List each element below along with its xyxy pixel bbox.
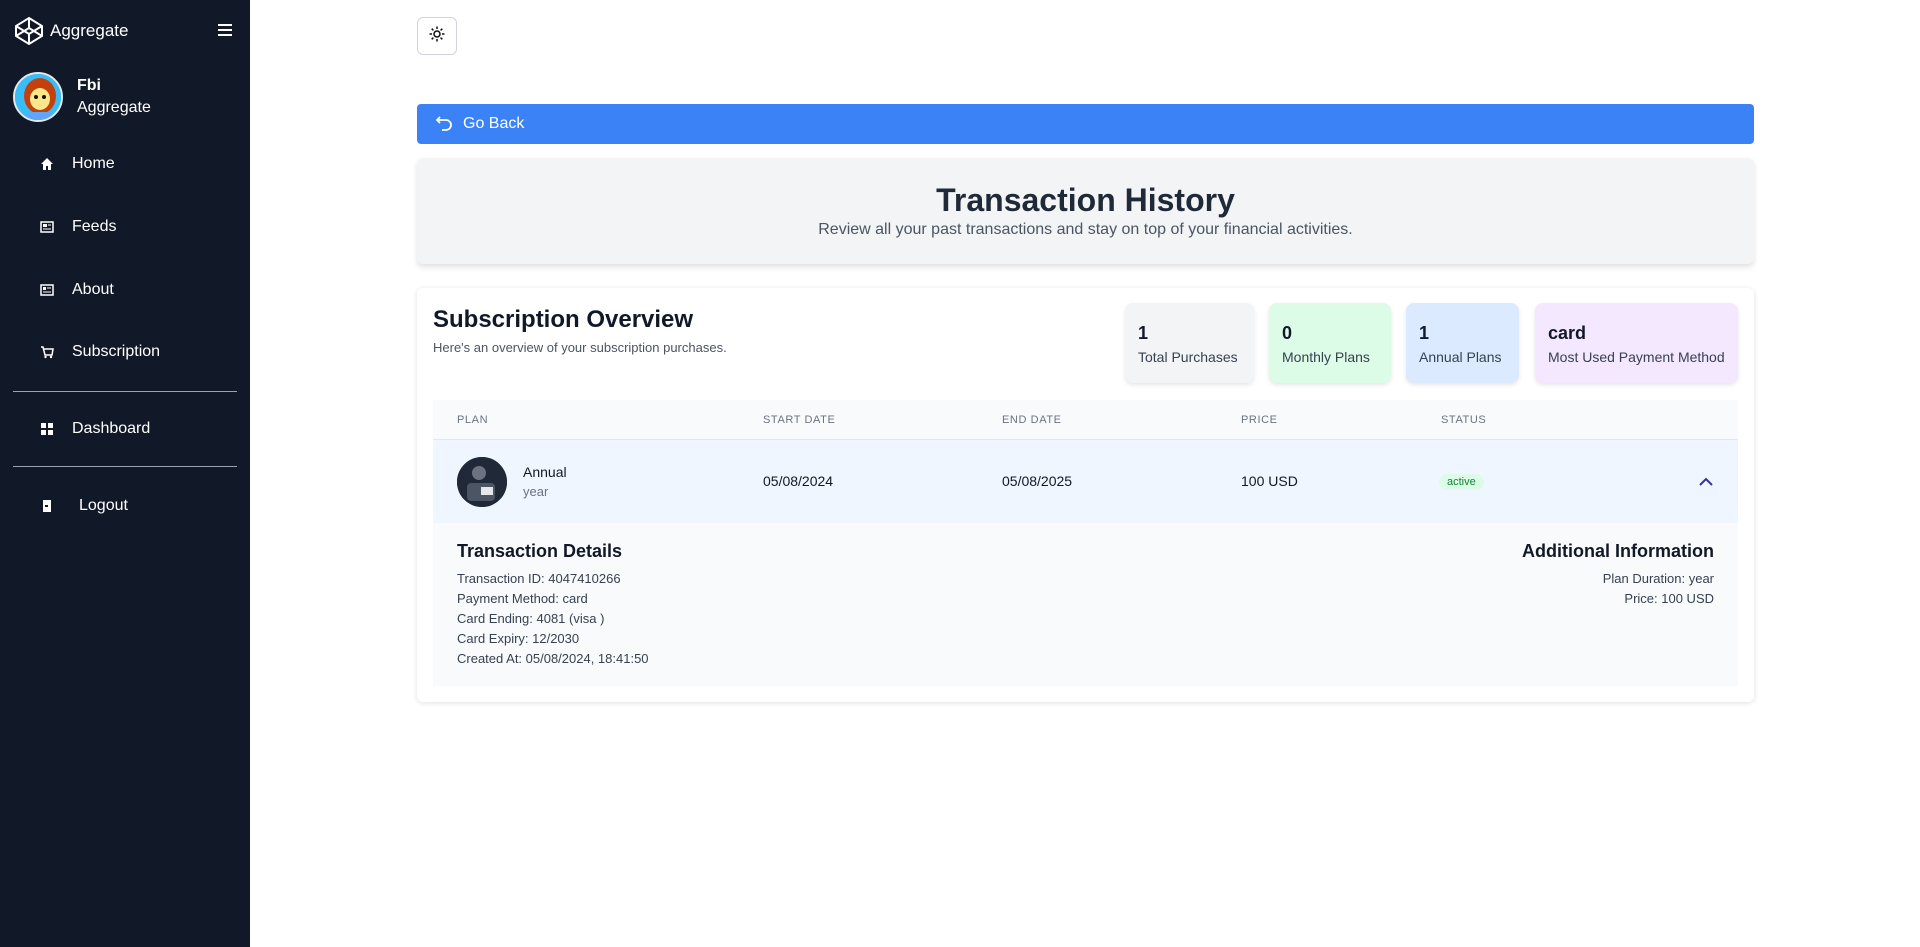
stat-label: Most Used Payment Method [1548, 349, 1725, 365]
created-at: Created At: 05/08/2024, 18:41:50 [457, 651, 649, 666]
plan-name: Annual [523, 464, 567, 480]
sun-icon [429, 26, 445, 47]
home-icon [40, 157, 54, 171]
plan-interval: year [523, 484, 549, 499]
sidebar-item-subscription[interactable]: Subscription [40, 343, 160, 361]
stat-value: card [1548, 323, 1587, 343]
stat-monthly-plans: 0 Monthly Plans [1269, 303, 1391, 383]
chevron-up-icon[interactable] [1698, 474, 1714, 490]
stat-value: 0 [1282, 323, 1293, 343]
stat-payment-method: card Most Used Payment Method [1535, 303, 1738, 383]
status-badge: active [1439, 474, 1484, 490]
additional-info-title: Additional Information [1522, 541, 1714, 561]
overview-subtitle: Here's an overview of your subscription … [433, 340, 727, 355]
sidebar-item-label: Subscription [72, 343, 161, 360]
sidebar-item-logout[interactable]: Logout [40, 497, 128, 515]
user-profile[interactable]: Fbi Aggregate [13, 72, 151, 122]
user-name: Fbi [77, 77, 101, 94]
go-back-label: Go Back [463, 115, 525, 132]
stat-label: Monthly Plans [1282, 349, 1370, 365]
sidebar-item-label: Home [72, 155, 115, 172]
undo-arrow-icon [435, 113, 453, 136]
column-header-start-date: START DATE [763, 414, 836, 426]
brand[interactable]: Aggregate [14, 16, 128, 46]
theme-toggle-button[interactable] [417, 17, 457, 55]
logout-icon [40, 499, 54, 513]
sidebar-divider [13, 391, 237, 392]
end-date: 05/08/2025 [1002, 473, 1073, 489]
cart-icon [40, 345, 54, 359]
brand-name: Aggregate [50, 21, 129, 40]
overview-title: Subscription Overview [433, 306, 694, 333]
sidebar-item-about[interactable]: About [40, 281, 114, 299]
codepen-icon [14, 16, 44, 46]
feeds-icon [40, 220, 54, 234]
sidebar-item-label: Logout [79, 497, 128, 514]
sidebar-item-label: Feeds [72, 218, 117, 235]
transaction-details-panel: Transaction Details Transaction ID: 4047… [433, 523, 1738, 686]
additional-price: Price: 100 USD [1624, 591, 1714, 606]
sidebar-divider [13, 466, 237, 467]
sidebar-item-feeds[interactable]: Feeds [40, 218, 116, 236]
subscription-overview-card: Subscription Overview Here's an overview… [417, 288, 1754, 702]
sidebar-item-dashboard[interactable]: Dashboard [40, 420, 150, 438]
column-header-price: PRICE [1241, 414, 1278, 426]
stat-value: 1 [1419, 323, 1430, 343]
column-header-status: STATUS [1441, 414, 1487, 426]
user-org: Aggregate [77, 99, 151, 116]
about-icon [40, 283, 54, 297]
column-header-plan: PLAN [457, 414, 489, 426]
stat-value: 1 [1138, 323, 1149, 343]
card-ending: Card Ending: 4081 (visa ) [457, 611, 605, 626]
go-back-button[interactable]: Go Back [417, 104, 1754, 144]
stat-annual-plans: 1 Annual Plans [1406, 303, 1519, 383]
column-header-end-date: END DATE [1002, 414, 1062, 426]
sidebar: Aggregate Fbi Aggregate Home Feeds About… [0, 0, 250, 947]
stat-label: Annual Plans [1419, 349, 1502, 365]
card-expiry: Card Expiry: 12/2030 [457, 631, 580, 646]
sidebar-item-label: Dashboard [72, 420, 151, 437]
payment-method: Payment Method: card [457, 591, 588, 606]
stat-label: Total Purchases [1138, 349, 1238, 365]
page-subtitle: Review all your past transactions and st… [818, 221, 1353, 238]
table-row[interactable]: Annual year 05/08/2024 05/08/2025 100 US… [433, 440, 1738, 523]
menu-toggle-icon[interactable] [218, 24, 232, 36]
plan-image [457, 457, 507, 507]
page-title: Transaction History [936, 182, 1235, 218]
sidebar-item-home[interactable]: Home [40, 155, 115, 173]
plan-duration: Plan Duration: year [1602, 571, 1714, 586]
avatar [13, 72, 63, 122]
sidebar-item-label: About [72, 281, 114, 298]
stat-total-purchases: 1 Total Purchases [1125, 303, 1254, 383]
table-header: PLAN START DATE END DATE PRICE STATUS [433, 400, 1738, 440]
transaction-id: Transaction ID: 4047410266 [457, 571, 621, 586]
transaction-details-title: Transaction Details [457, 541, 623, 561]
price: 100 USD [1241, 473, 1298, 489]
start-date: 05/08/2024 [763, 473, 834, 489]
dashboard-icon [40, 422, 54, 436]
transaction-history-header: Transaction History Review all your past… [417, 158, 1754, 264]
